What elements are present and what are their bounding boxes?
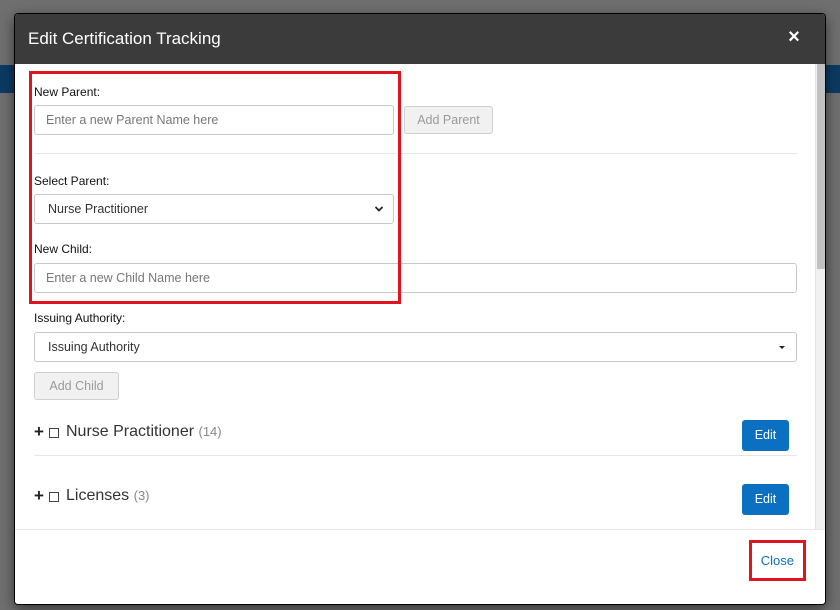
caret-down-icon bbox=[777, 333, 787, 372]
modal-body: New Parent: Add Parent Select Parent: Nu… bbox=[15, 64, 815, 529]
scrollbar-thumb[interactable] bbox=[817, 64, 825, 269]
tree-item-nurse-practitioner: + Nurse Practitioner (14) Edit bbox=[34, 420, 789, 451]
new-child-label: New Child: bbox=[34, 242, 93, 256]
tree-item-label: Nurse Practitioner bbox=[66, 423, 195, 440]
tree-item-count: (14) bbox=[198, 424, 222, 439]
select-parent-label: Select Parent: bbox=[34, 174, 110, 188]
tree-item-label: Licenses bbox=[66, 487, 130, 504]
new-parent-label: New Parent: bbox=[34, 85, 101, 99]
issuing-authority-value: Issuing Authority bbox=[48, 340, 140, 354]
modal-footer: Close bbox=[15, 529, 825, 604]
edit-button[interactable]: Edit bbox=[742, 420, 789, 451]
modal-title: Edit Certification Tracking bbox=[28, 29, 221, 48]
modal-header: Edit Certification Tracking × bbox=[15, 14, 825, 64]
tree-item-checkbox[interactable] bbox=[49, 428, 59, 438]
close-button[interactable]: Close bbox=[761, 553, 794, 568]
chevron-down-icon bbox=[374, 195, 384, 234]
new-child-input[interactable] bbox=[34, 263, 797, 293]
edit-certification-modal: Edit Certification Tracking × New Parent… bbox=[15, 14, 825, 604]
tree-item-count: (3) bbox=[133, 488, 150, 503]
plus-icon[interactable]: + bbox=[34, 486, 44, 506]
divider bbox=[34, 455, 797, 456]
plus-icon[interactable]: + bbox=[34, 422, 44, 442]
select-parent-dropdown[interactable]: Nurse Practitioner bbox=[34, 194, 394, 224]
close-icon[interactable]: × bbox=[783, 26, 805, 48]
vertical-scrollbar[interactable] bbox=[815, 64, 825, 529]
select-parent-value: Nurse Practitioner bbox=[48, 202, 149, 216]
divider bbox=[34, 153, 797, 154]
issuing-authority-label: Issuing Authority: bbox=[34, 311, 126, 325]
issuing-authority-dropdown[interactable]: Issuing Authority bbox=[34, 332, 797, 362]
add-child-button[interactable]: Add Child bbox=[34, 372, 119, 400]
tree-item-licenses: + Licenses (3) Edit bbox=[34, 484, 789, 515]
edit-button[interactable]: Edit bbox=[742, 484, 789, 515]
add-parent-button[interactable]: Add Parent bbox=[404, 106, 493, 134]
new-parent-input[interactable] bbox=[34, 105, 394, 135]
tree-item-checkbox[interactable] bbox=[49, 492, 59, 502]
